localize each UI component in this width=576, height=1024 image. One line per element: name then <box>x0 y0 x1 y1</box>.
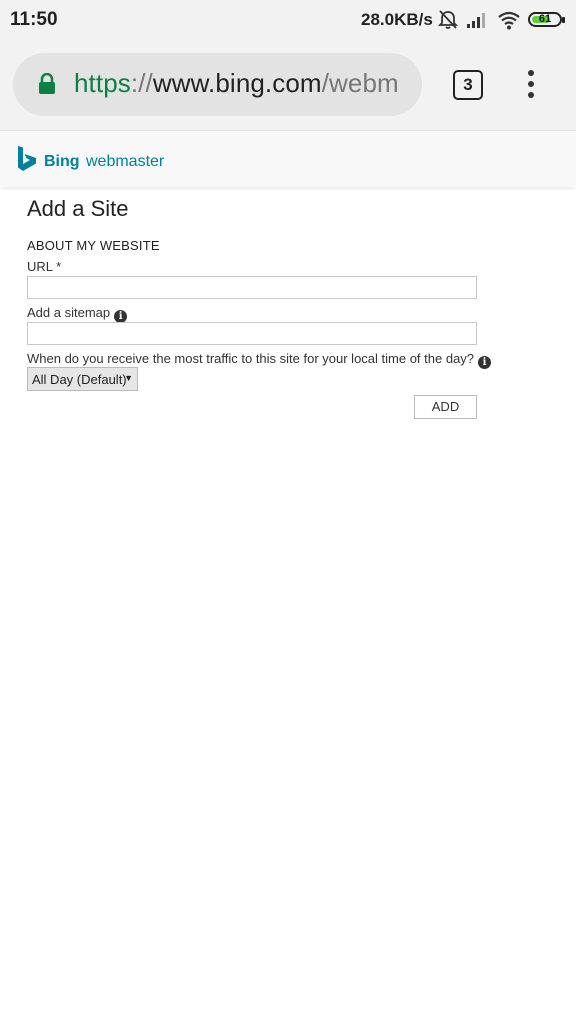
url-scheme: https <box>74 68 131 98</box>
lock-icon <box>39 73 55 94</box>
signal-icon <box>467 13 485 28</box>
overflow-menu-icon[interactable] <box>522 70 540 102</box>
network-speed: 28.0KB/s <box>361 10 433 29</box>
url-separator: :// <box>130 68 153 98</box>
product-name[interactable]: webmaster <box>86 153 164 171</box>
page-title: Add a Site <box>27 196 129 221</box>
tab-switcher-button[interactable]: 3 <box>453 70 483 100</box>
status-bar: 11:50 28.0KB/s 61 <box>0 0 576 40</box>
url-field[interactable] <box>27 276 477 299</box>
sitemap-label-row: Add a sitemap i <box>27 305 128 323</box>
battery-level: 61 <box>538 13 552 25</box>
section-heading: ABOUT MY WEBSITE <box>27 238 160 253</box>
select-value: All Day (Default) <box>32 372 127 387</box>
add-button[interactable]: ADD <box>414 395 477 419</box>
battery-icon: 61 <box>528 12 565 27</box>
browser-toolbar: https://www.bing.com/webm 3 <box>0 40 576 130</box>
url-path: /webm <box>321 68 399 98</box>
status-time: 11:50 <box>10 9 58 30</box>
wifi-icon <box>498 11 520 30</box>
address-bar[interactable]: https://www.bing.com/webm <box>13 53 422 116</box>
info-icon[interactable]: i <box>478 356 492 369</box>
bing-logo-icon[interactable] <box>16 145 38 173</box>
traffic-time-select[interactable]: All Day (Default) ▼ <box>27 367 138 391</box>
url-host: www.bing.com <box>152 68 322 98</box>
url-text[interactable]: https://www.bing.com/webm <box>74 68 399 99</box>
traffic-label: When do you receive the most traffic to … <box>27 351 475 366</box>
url-label: URL * <box>27 259 62 274</box>
brand-name[interactable]: Bing <box>44 153 80 171</box>
sitemap-field[interactable] <box>27 322 477 345</box>
bell-off-icon <box>438 10 458 29</box>
site-header: Bing webmaster <box>0 130 576 187</box>
dropdown-arrow-icon: ▼ <box>124 373 133 383</box>
sitemap-label: Add a sitemap <box>27 305 111 320</box>
